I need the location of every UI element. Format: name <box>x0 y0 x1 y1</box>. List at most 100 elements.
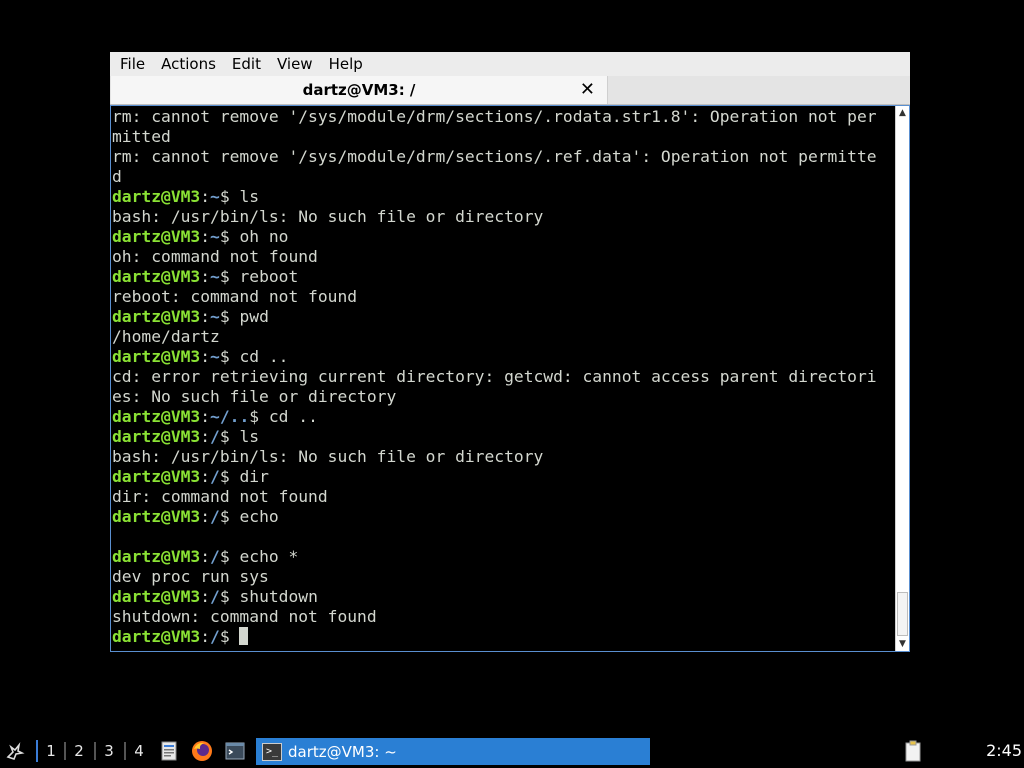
workspace-3[interactable]: 3 <box>96 740 122 762</box>
close-icon[interactable]: ✕ <box>580 80 595 100</box>
prompt-path: ~ <box>210 347 220 366</box>
terminal-line: dartz@VM3:/$ echo * <box>112 547 894 567</box>
prompt-colon: : <box>200 587 211 606</box>
prompt-user: dartz@VM3 <box>112 507 201 526</box>
terminal-line: d <box>112 167 894 187</box>
prompt-colon: : <box>200 427 211 446</box>
scroll-down-arrow-icon[interactable]: ▼ <box>896 637 909 651</box>
workspace-4[interactable]: 4 <box>126 740 152 762</box>
prompt-colon: : <box>200 547 211 566</box>
prompt-symbol: $ <box>219 627 240 646</box>
prompt-user: dartz@VM3 <box>112 627 201 646</box>
prompt-colon: : <box>200 307 211 326</box>
menu-file[interactable]: File <box>110 52 153 76</box>
start-menu-icon[interactable] <box>4 740 26 762</box>
output-text: /home/dartz <box>112 327 220 346</box>
terminal-line: dartz@VM3:/$ ls <box>112 427 894 447</box>
output-text: reboot: command not found <box>112 287 358 306</box>
prompt-user: dartz@VM3 <box>112 407 201 426</box>
terminal-line: reboot: command not found <box>112 287 894 307</box>
prompt-symbol: $ <box>219 347 240 366</box>
command-text: cd .. <box>239 347 289 366</box>
terminal-line: dartz@VM3:/$ <box>112 627 894 647</box>
prompt-path: / <box>210 587 220 606</box>
prompt-symbol: $ <box>219 307 240 326</box>
output-text: d <box>112 167 122 186</box>
terminal-line: oh: command not found <box>112 247 894 267</box>
file-manager-icon[interactable] <box>158 740 180 762</box>
terminal-line: dartz@VM3:~/..$ cd .. <box>112 407 894 427</box>
terminal-output[interactable]: rm: cannot remove '/sys/module/drm/secti… <box>112 107 894 651</box>
workspace-2[interactable]: 2 <box>66 740 92 762</box>
prompt-user: dartz@VM3 <box>112 547 201 566</box>
terminal-line: es: No such file or directory <box>112 387 894 407</box>
terminal-line: dartz@VM3:~$ oh no <box>112 227 894 247</box>
prompt-colon: : <box>200 507 211 526</box>
prompt-user: dartz@VM3 <box>112 427 201 446</box>
menu-edit[interactable]: Edit <box>224 52 269 76</box>
prompt-symbol: $ <box>249 407 269 426</box>
terminal-line: dartz@VM3:~$ pwd <box>112 307 894 327</box>
prompt-symbol: $ <box>219 227 240 246</box>
command-text: ls <box>239 187 260 206</box>
prompt-symbol: $ <box>219 547 240 566</box>
workspace-1[interactable]: 1 <box>36 740 64 762</box>
menu-actions[interactable]: Actions <box>153 52 224 76</box>
command-text: shutdown <box>239 587 318 606</box>
prompt-symbol: $ <box>219 267 240 286</box>
menubar: File Actions Edit View Help <box>110 52 910 76</box>
prompt-user: dartz@VM3 <box>112 267 201 286</box>
prompt-colon: : <box>200 347 211 366</box>
output-text: shutdown: command not found <box>112 607 377 626</box>
tab-title: dartz@VM3: / <box>302 81 416 99</box>
prompt-colon: : <box>200 267 211 286</box>
scroll-up-arrow-icon[interactable]: ▲ <box>896 106 909 120</box>
prompt-path: ~/.. <box>210 407 250 426</box>
prompt-colon: : <box>200 227 211 246</box>
firefox-icon[interactable] <box>191 740 213 762</box>
terminal-launcher-icon[interactable] <box>224 740 246 762</box>
menu-help[interactable]: Help <box>321 52 371 76</box>
prompt-path: ~ <box>210 307 220 326</box>
prompt-user: dartz@VM3 <box>112 467 201 486</box>
terminal-line: dartz@VM3:/$ shutdown <box>112 587 894 607</box>
text-cursor <box>239 627 249 645</box>
prompt-user: dartz@VM3 <box>112 587 201 606</box>
terminal-line: dartz@VM3:/$ dir <box>112 467 894 487</box>
terminal-window: File Actions Edit View Help dartz@VM3: /… <box>110 52 910 652</box>
prompt-path: / <box>210 547 220 566</box>
terminal-line: rm: cannot remove '/sys/module/drm/secti… <box>112 147 894 167</box>
clipboard-icon[interactable] <box>902 740 924 762</box>
prompt-colon: : <box>200 407 211 426</box>
prompt-symbol: $ <box>219 587 240 606</box>
menu-view[interactable]: View <box>269 52 321 76</box>
prompt-user: dartz@VM3 <box>112 187 201 206</box>
prompt-user: dartz@VM3 <box>112 227 201 246</box>
command-text: echo <box>239 507 279 526</box>
prompt-path: / <box>210 427 220 446</box>
prompt-user: dartz@VM3 <box>112 347 201 366</box>
scroll-thumb[interactable] <box>897 592 908 636</box>
terminal-line: dartz@VM3:~$ ls <box>112 187 894 207</box>
prompt-colon: : <box>200 467 211 486</box>
terminal-line: dev proc run sys <box>112 567 894 587</box>
prompt-symbol: $ <box>219 507 240 526</box>
terminal-icon: >_ <box>262 742 282 761</box>
terminal-line: rm: cannot remove '/sys/module/drm/secti… <box>112 107 894 127</box>
tab-terminal[interactable]: dartz@VM3: / ✕ <box>111 76 608 104</box>
taskbar-task-terminal[interactable]: >_ dartz@VM3: ~ <box>256 738 650 765</box>
output-text: es: No such file or directory <box>112 387 397 406</box>
terminal-line: dir: command not found <box>112 487 894 507</box>
terminal-area[interactable]: rm: cannot remove '/sys/module/drm/secti… <box>110 105 910 652</box>
output-text: bash: /usr/bin/ls: No such file or direc… <box>112 207 544 226</box>
prompt-user: dartz@VM3 <box>112 307 201 326</box>
terminal-line: dartz@VM3:~$ cd .. <box>112 347 894 367</box>
prompt-colon: : <box>200 627 211 646</box>
scrollbar[interactable]: ▲ ▼ <box>895 106 909 651</box>
prompt-symbol: $ <box>219 187 240 206</box>
terminal-line: dartz@VM3:/$ echo <box>112 507 894 527</box>
task-label: dartz@VM3: ~ <box>288 742 397 761</box>
terminal-line: dartz@VM3:~$ reboot <box>112 267 894 287</box>
terminal-line: /home/dartz <box>112 327 894 347</box>
